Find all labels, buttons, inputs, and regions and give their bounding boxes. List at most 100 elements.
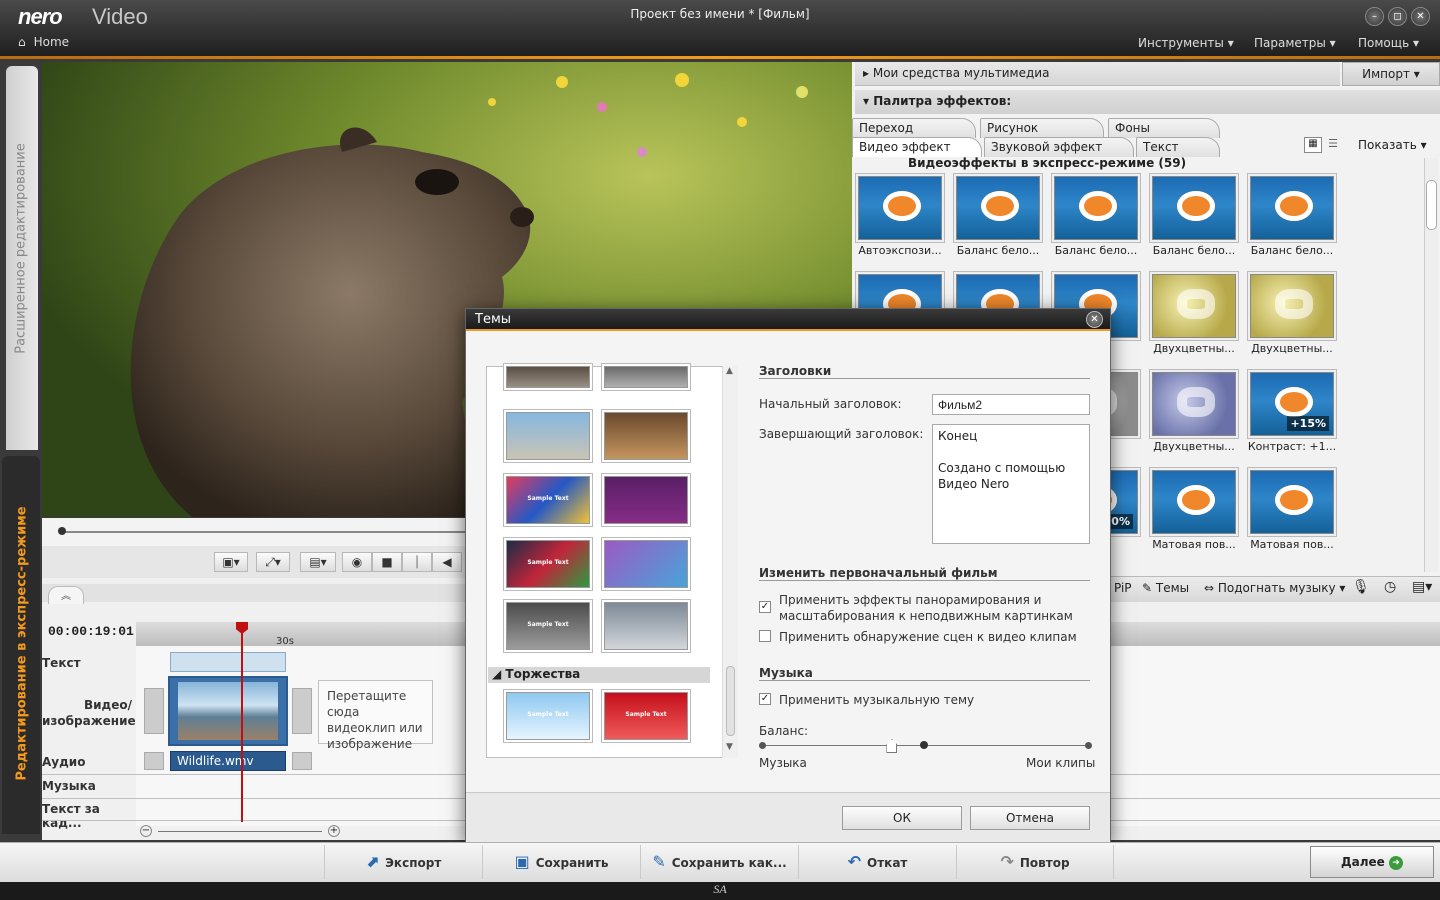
fullscreen-icon[interactable]: ⤢▾ xyxy=(256,552,290,572)
menu-tools[interactable]: Инструменты ▾ xyxy=(1138,36,1234,50)
media-header-label: Мои средства мультимедиа xyxy=(872,66,1050,80)
tab-text[interactable]: Текст xyxy=(1136,137,1220,157)
list-view-icon[interactable]: ☰ xyxy=(1324,137,1342,153)
theme-thumbnail[interactable] xyxy=(604,476,688,524)
effect-thumbnail[interactable] xyxy=(1250,470,1334,534)
save-as-button[interactable]: ✎ Сохранить как... xyxy=(640,845,798,879)
drop-target[interactable]: Перетащите сюда видеоклип или изображени… xyxy=(318,680,433,751)
accent-line xyxy=(0,56,1440,59)
closing-title-textarea[interactable]: Конец Создано с помощью Видео Nero xyxy=(932,424,1090,544)
theme-thumbnail[interactable] xyxy=(604,412,688,460)
tab-picture[interactable]: Рисунок xyxy=(980,118,1104,138)
theme-thumbnail[interactable]: Sample Text xyxy=(506,476,590,524)
transition-slot[interactable] xyxy=(292,688,312,734)
export-button[interactable]: ⬈ Экспорт xyxy=(324,845,482,879)
home-link[interactable]: ⌂ Home xyxy=(18,35,69,49)
theme-thumbnail[interactable]: Sample Text xyxy=(506,692,590,740)
effect-thumbnail[interactable] xyxy=(1152,176,1236,240)
effects-scrollbar[interactable] xyxy=(1424,158,1438,572)
opening-title-input[interactable] xyxy=(932,394,1090,415)
effect-thumbnail[interactable] xyxy=(956,176,1040,240)
previous-frame-icon[interactable]: ◀ xyxy=(432,552,462,572)
show-dropdown[interactable]: Показать ▾ xyxy=(1358,138,1427,152)
ok-button[interactable]: ОК xyxy=(842,806,962,830)
theme-thumbnail[interactable]: Sample Text xyxy=(506,602,590,650)
effect-thumbnail[interactable] xyxy=(1250,274,1334,338)
scene-detect-checkbox[interactable] xyxy=(759,630,771,642)
tab-audio-effect[interactable]: Звуковой эффект xyxy=(984,137,1134,157)
effect-thumbnail[interactable] xyxy=(1250,176,1334,240)
theme-thumbnail[interactable] xyxy=(506,366,590,388)
effect-thumbnail[interactable] xyxy=(1152,274,1236,338)
maximize-button[interactable]: ◻ xyxy=(1388,7,1407,26)
effect-preview-graphic xyxy=(981,191,1019,221)
next-button[interactable]: Далее ➜ xyxy=(1310,846,1434,878)
undo-button[interactable]: ↶ Откат xyxy=(798,845,956,879)
effect-label: Контраст: +1... xyxy=(1247,440,1337,453)
fit-music-button[interactable]: ⇔ Подогнать музыку ▾ xyxy=(1204,581,1345,595)
audio-slot[interactable] xyxy=(292,752,312,770)
effect-label: Двухцветны... xyxy=(1153,342,1235,355)
tab-advanced-label: Расширенное редактирование xyxy=(13,143,29,354)
minimize-button[interactable]: – xyxy=(1365,7,1384,26)
display-mode-icon[interactable]: ▣▾ xyxy=(214,552,248,572)
more-options-icon[interactable]: ▤▾ xyxy=(1412,579,1432,595)
modify-section: Изменить первоначальный фильм xyxy=(759,566,998,580)
effect-thumbnail[interactable] xyxy=(858,176,942,240)
effect-thumbnail[interactable]: +15% xyxy=(1250,372,1334,436)
microphone-icon[interactable]: 🎙 xyxy=(1352,579,1370,595)
undo-label: Откат xyxy=(867,856,908,870)
audio-clip[interactable]: Wildlife.wmv xyxy=(170,751,286,771)
split-icon[interactable]: ⏐ xyxy=(402,552,432,572)
grid-view-icon[interactable]: ▦ xyxy=(1304,137,1322,153)
theme-thumbnail[interactable]: Sample Text xyxy=(604,692,688,740)
tab-express-editing[interactable]: Редактирование в экспресс-режиме xyxy=(2,456,40,834)
save-button[interactable]: ▣ Сохранить xyxy=(482,845,640,879)
theme-list-scrollbar[interactable]: ▲ ▼ xyxy=(722,366,738,758)
text-clip[interactable] xyxy=(170,652,286,672)
transition-slot[interactable] xyxy=(144,688,164,734)
dialog-close-icon[interactable]: ✕ xyxy=(1086,311,1103,328)
effect-thumbnail[interactable] xyxy=(1152,470,1236,534)
slider-end-dot xyxy=(759,742,766,749)
theme-thumbnail[interactable] xyxy=(604,540,688,588)
effect-label: Двухцветны... xyxy=(1251,342,1333,355)
next-arrow-icon: ➜ xyxy=(1389,855,1404,870)
aspect-icon[interactable]: ▤▾ xyxy=(300,552,336,572)
theme-thumbnail[interactable] xyxy=(604,602,688,650)
menu-settings[interactable]: Параметры ▾ xyxy=(1254,36,1336,50)
snapshot-icon[interactable]: ◉ xyxy=(342,552,372,572)
close-button[interactable]: ✕ xyxy=(1411,7,1430,26)
menu-help[interactable]: Помощь ▾ xyxy=(1358,36,1419,50)
timer-icon[interactable]: ◷ xyxy=(1384,579,1396,595)
effect-thumbnail[interactable] xyxy=(1054,176,1138,240)
media-header[interactable]: ▸ Мои средства мультимедиа xyxy=(855,62,1340,86)
effect-preview-graphic xyxy=(1177,191,1215,221)
tab-backgrounds[interactable]: Фоны xyxy=(1108,118,1220,138)
tab-video-effect[interactable]: Видео эффект xyxy=(852,137,982,157)
effect-thumbnail[interactable] xyxy=(1152,372,1236,436)
theme-thumbnail[interactable] xyxy=(506,412,590,460)
effect-preview-graphic xyxy=(1275,191,1313,221)
themes-button[interactable]: ✎ Темы xyxy=(1142,581,1189,595)
theme-thumbnail[interactable] xyxy=(604,366,688,388)
music-theme-checkbox[interactable]: ✓ xyxy=(759,693,771,705)
playhead[interactable] xyxy=(241,624,243,822)
effects-header[interactable]: ▾ Палитра эффектов: xyxy=(855,90,1440,114)
pip-button[interactable]: PiP xyxy=(1114,581,1132,595)
audio-slot[interactable] xyxy=(144,752,164,770)
collapse-timeline-icon[interactable]: ︽ xyxy=(48,586,84,604)
zoom-out-icon[interactable]: − xyxy=(140,825,152,837)
cancel-button[interactable]: Отмена xyxy=(970,806,1090,830)
stop-icon[interactable]: ■ xyxy=(372,552,402,572)
tab-advanced-editing[interactable]: Расширенное редактирование xyxy=(6,66,38,450)
effect-preview-graphic xyxy=(1177,289,1215,319)
theme-thumbnail[interactable]: Sample Text xyxy=(506,540,590,588)
redo-button[interactable]: ↷ Повтор xyxy=(956,845,1114,879)
zoom-slider[interactable]: − + xyxy=(140,825,340,837)
pan-zoom-checkbox[interactable]: ✓ xyxy=(759,601,771,613)
import-button[interactable]: Импорт ▾ xyxy=(1342,62,1440,86)
theme-category-header[interactable]: ◢ Торжества xyxy=(488,667,710,683)
zoom-in-icon[interactable]: + xyxy=(328,825,340,837)
tab-transition[interactable]: Переход xyxy=(852,118,976,138)
